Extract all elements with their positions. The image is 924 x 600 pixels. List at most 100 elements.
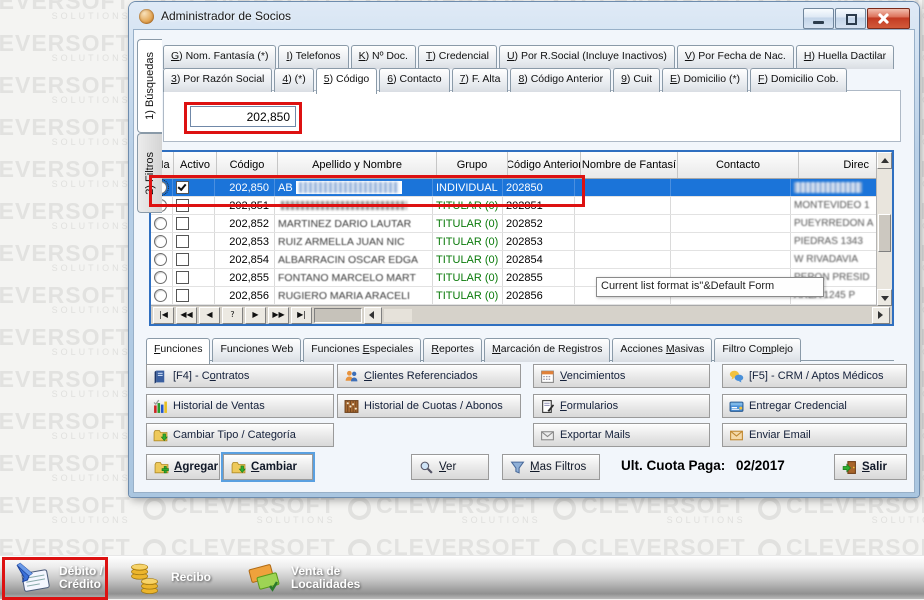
search-tab-t-credencial[interactable]: T) Credencial <box>418 45 497 69</box>
button-label: Mas Filtros <box>530 461 586 473</box>
minimize-button[interactable] <box>803 8 834 29</box>
pager-button-5[interactable]: ▶▶ <box>268 307 289 324</box>
vertical-scrollbar[interactable] <box>876 152 892 306</box>
search-tab-8-c-digo-anterior[interactable]: 8) Código Anterior <box>510 68 611 92</box>
search-tab-g-nom-fantas-a[interactable]: G) Nom. Fantasía (*) <box>163 45 276 69</box>
search-tab-3-por-raz-n-social[interactable]: 3) Por Razón Social <box>163 68 272 92</box>
scroll-down-button[interactable] <box>877 289 892 306</box>
search-tab-6-contacto[interactable]: 6) Contacto <box>379 68 449 92</box>
cell-activo <box>173 269 215 286</box>
column-header-nombre-de-fantas[interactable]: Nombre de Fantasí <box>581 152 678 178</box>
search-tab-i-telefonos[interactable]: I) Telefonos <box>278 45 348 69</box>
activo-checkbox[interactable] <box>176 289 189 302</box>
table-row[interactable]: 202,851TITULAR (0)202851MONTEVIDEO 1 <box>151 197 892 215</box>
column-header-activo[interactable]: Activo <box>174 152 217 178</box>
ver-button[interactable]: Ver <box>411 454 489 480</box>
pager-button-2[interactable]: ◀ <box>199 307 220 324</box>
f5-crm-aptos-m-dicos-button[interactable]: [F5] - CRM / Aptos Médicos <box>722 364 907 388</box>
watermark-text: CLEVERSOFTSOLUTIONS <box>0 492 131 525</box>
clientes-referenciados-button[interactable]: Clientes Referenciados <box>337 364 521 388</box>
scrollbar-thumb[interactable] <box>878 214 891 252</box>
d-bito-cr-dito-launcher[interactable]: Débito /Crédito <box>14 558 103 597</box>
tab-funciones-web[interactable]: Funciones Web <box>212 338 301 362</box>
activo-checkbox[interactable] <box>176 253 189 266</box>
search-tab-5-c-digo[interactable]: 5) Código <box>316 68 378 94</box>
activo-checkbox[interactable] <box>176 181 189 194</box>
venta-de-localidades-launcher[interactable]: Venta deLocalidades <box>246 558 360 597</box>
column-header-c-digo[interactable]: Código <box>217 152 278 178</box>
activo-checkbox[interactable] <box>176 217 189 230</box>
side-tab-label: 1) Búsquedas <box>144 52 156 120</box>
tab-marcaci-n-de-registros[interactable]: Marcación de Registros <box>484 338 610 362</box>
search-tab-7-f-alta[interactable]: 7) F. Alta <box>452 68 509 92</box>
row-radio[interactable] <box>154 253 167 266</box>
search-tab-9-cuit[interactable]: 9) Cuit <box>613 68 660 92</box>
side-tab-1-b-squedas[interactable]: 1) Búsquedas <box>137 39 162 133</box>
row-radio[interactable] <box>154 271 167 284</box>
column-header-contacto[interactable]: Contacto <box>678 152 799 178</box>
scroll-up-button[interactable] <box>877 152 892 169</box>
tab-funciones[interactable]: Funciones <box>146 338 210 364</box>
pager-button-4[interactable]: ▶ <box>245 307 266 324</box>
watermark-text: CLEVERSOFTSOLUTIONS <box>0 0 131 21</box>
row-radio[interactable] <box>154 235 167 248</box>
column-header-grupo[interactable]: Grupo <box>437 152 508 178</box>
enviar-email-button[interactable]: Enviar Email <box>722 423 907 447</box>
close-button[interactable] <box>867 8 910 29</box>
salir-button[interactable]: Salir <box>834 454 907 480</box>
watermark-text: CLEVERSOFTSOLUTIONS <box>0 30 131 63</box>
search-tab-u-por-r-social-incluye-inactiv[interactable]: U) Por R.Social (Incluye Inactivos) <box>499 45 675 69</box>
restore-button[interactable] <box>835 8 866 29</box>
search-tab-h-huella-dactilar[interactable]: H) Huella Dactilar <box>796 45 894 69</box>
activo-checkbox[interactable] <box>176 235 189 248</box>
search-tab-4[interactable]: 4) (*) <box>274 68 313 92</box>
tab-filtro-complejo[interactable]: Filtro Complejo <box>714 338 801 362</box>
search-tab-row-1: G) Nom. Fantasía (*)I) TelefonosK) Nº Do… <box>163 45 894 69</box>
hscroll-right-button[interactable] <box>872 307 890 324</box>
search-tab-k-n-doc[interactable]: K) Nº Doc. <box>351 45 416 69</box>
form-icon <box>540 399 555 414</box>
entregar-credencial-button[interactable]: Entregar Credencial <box>722 394 907 418</box>
mas-filtros-button[interactable]: Mas Filtros <box>502 454 600 480</box>
search-tab-e-domicilio[interactable]: E) Domicilio (*) <box>662 68 748 92</box>
cambiar-button[interactable]: Cambiar <box>223 454 313 480</box>
row-radio[interactable] <box>154 217 167 230</box>
pager-button-6[interactable]: ▶| <box>291 307 312 324</box>
restore-icon <box>846 14 857 25</box>
exportar-mails-button[interactable]: Exportar Mails <box>533 423 710 447</box>
direccion-text: MONTEVIDEO 1 <box>794 200 870 211</box>
tab-reportes[interactable]: Reportes <box>423 338 482 362</box>
historial-de-cuotas-abonos-button[interactable]: Historial de Cuotas / Abonos <box>337 394 521 418</box>
row-radio[interactable] <box>154 289 167 302</box>
recibo-launcher[interactable]: Recibo <box>126 558 211 597</box>
nombre-text: ALBARRACIN OSCAR EDGA <box>278 254 418 266</box>
column-header-c-digo-anterior[interactable]: Código Anterior <box>508 152 581 178</box>
tab-acciones-masivas[interactable]: Acciones Masivas <box>612 338 712 362</box>
tab-funciones-especiales[interactable]: Funciones Especiales <box>303 338 421 362</box>
grid-header: MaActivoCódigoApellido y NombreGrupoCódi… <box>151 152 892 179</box>
hscroll-track[interactable] <box>384 309 412 322</box>
column-header-apellido-y-nombre[interactable]: Apellido y Nombre <box>278 152 437 178</box>
activo-checkbox[interactable] <box>176 271 189 284</box>
search-tab-v-por-fecha-de-nac[interactable]: V) Por Fecha de Nac. <box>677 45 794 69</box>
table-row[interactable]: 202,854ALBARRACIN OSCAR EDGATITULAR (0)2… <box>151 251 892 269</box>
search-tab-f-domicilio-cob[interactable]: F) Domicilio Cob. <box>750 68 847 92</box>
table-row[interactable]: 202,853RUIZ ARMELLA JUAN NICTITULAR (0)2… <box>151 233 892 251</box>
activo-checkbox[interactable] <box>176 199 189 212</box>
formularios-button[interactable]: Formularios <box>533 394 710 418</box>
hscroll-left-button[interactable] <box>364 307 382 324</box>
pager-button-0[interactable]: |◀ <box>153 307 174 324</box>
historial-de-ventas-button[interactable]: Historial de Ventas <box>146 394 334 418</box>
table-row[interactable]: 202,852MARTINEZ DARIO LAUTARTITULAR (0)2… <box>151 215 892 233</box>
title-bar[interactable]: Administrador de Socios <box>129 2 919 30</box>
f4-contratos-button[interactable]: [F4] - Contratos <box>146 364 334 388</box>
folder-plus-icon <box>154 460 169 475</box>
vencimientos-button[interactable]: Vencimientos <box>533 364 710 388</box>
codigo-search-input[interactable] <box>190 106 296 127</box>
agregar-button[interactable]: Agregar <box>146 454 220 480</box>
side-tab-2-filtros[interactable]: 2) Filtros <box>137 133 162 213</box>
pager-button-3[interactable]: ? <box>222 307 243 324</box>
pager-button-1[interactable]: ◀◀ <box>176 307 197 324</box>
cambiar-tipo-categor-a-button[interactable]: Cambiar Tipo / Categoría <box>146 423 334 447</box>
table-row[interactable]: 202,850ABINDIVIDUAL202850 <box>151 179 892 197</box>
